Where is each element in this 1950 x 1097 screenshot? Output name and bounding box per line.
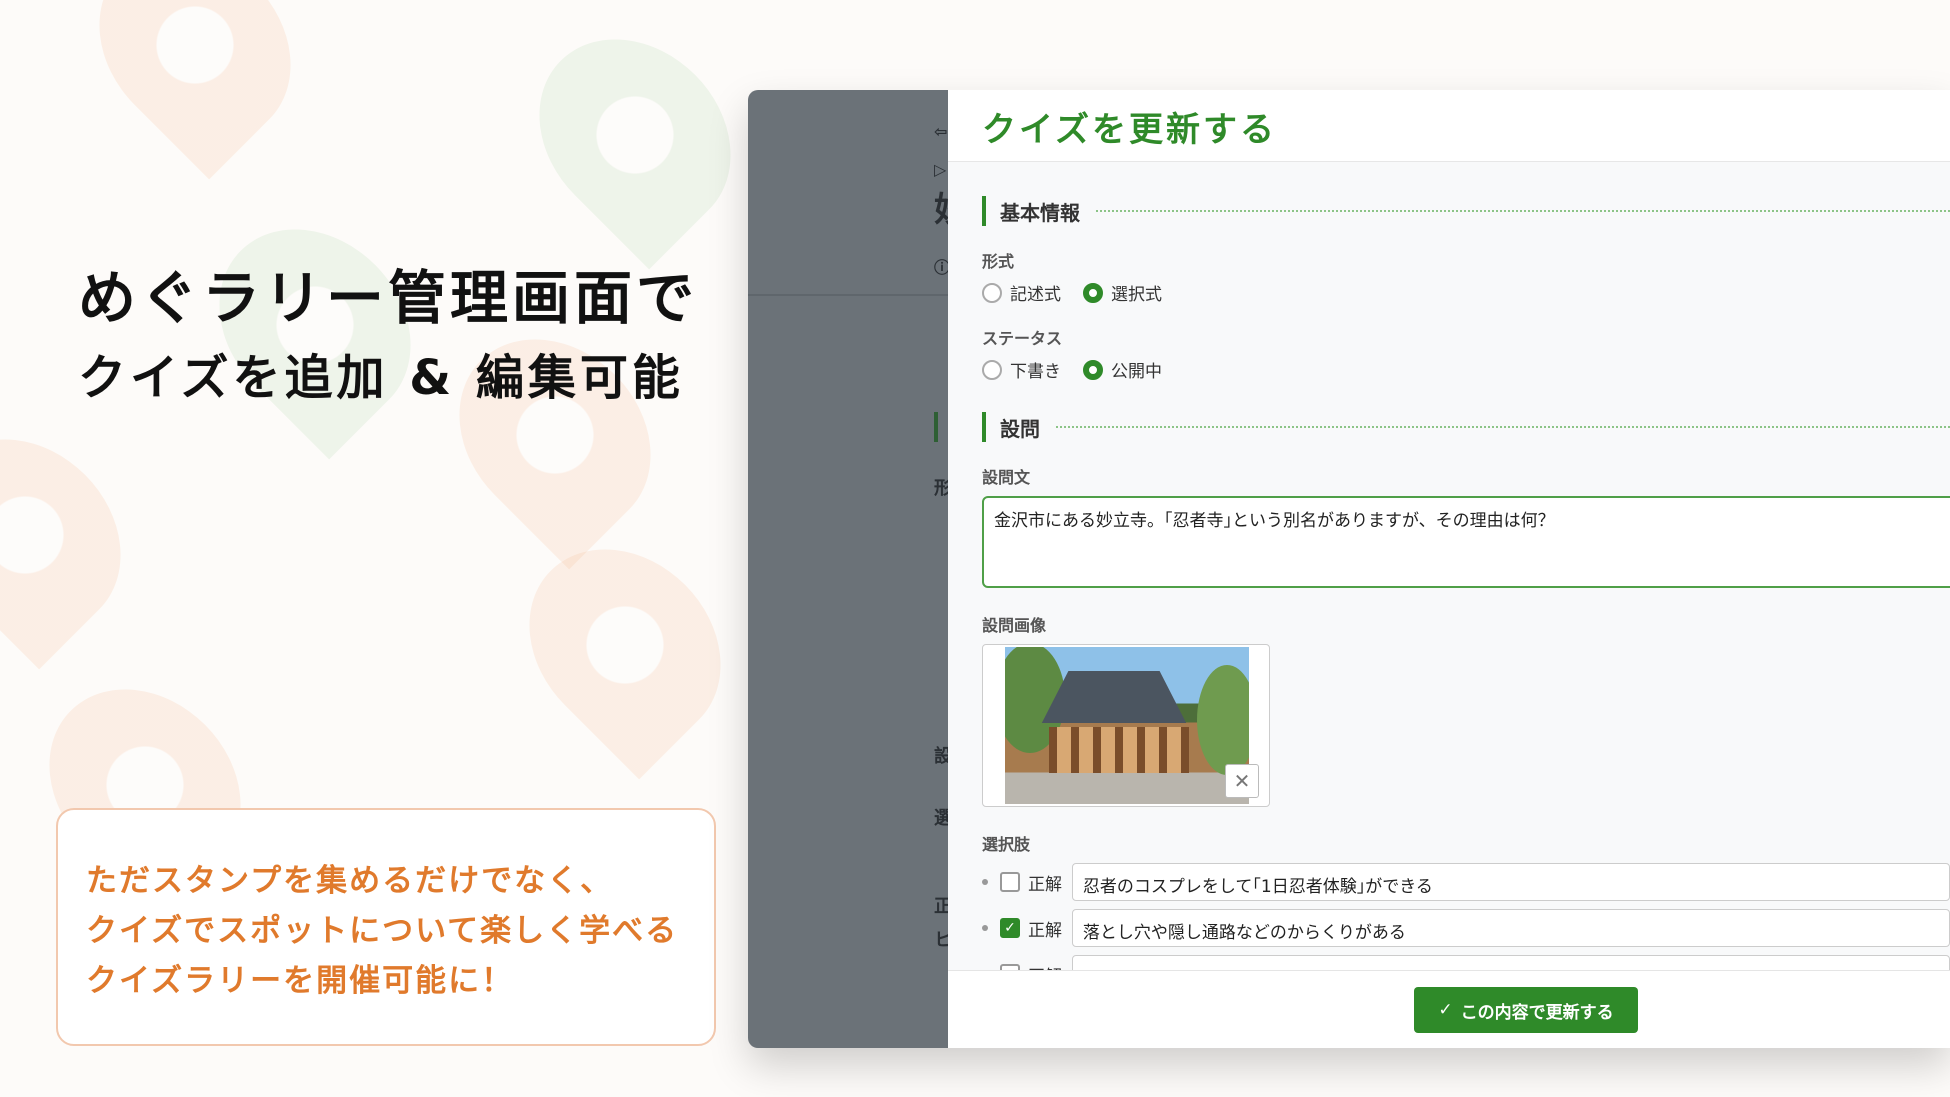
panel-body[interactable]: 基本情報 形式 記述式 選択式 ステータス 下書き 公開中 設問 設問文 金沢市… xyxy=(948,162,1950,970)
radio-button-checked[interactable] xyxy=(1083,359,1103,380)
section-basic-info: 基本情報 xyxy=(982,196,1950,226)
temple-photo xyxy=(1005,647,1249,804)
panel-footer: ✓ この内容で更新する xyxy=(948,970,1950,1048)
format-label: 形式 xyxy=(982,252,1015,271)
edit-quiz-panel: クイズを更新する 基本情報 形式 記述式 選択式 ステータス 下書き 公開中 設… xyxy=(948,90,1950,1048)
background-page: ⇦ ▷ 妙 ⓘ 形 設 選 正 ヒ xyxy=(748,90,968,1048)
correct-checkbox-checked[interactable]: ✓ xyxy=(999,918,1020,938)
app-window: ⇦ ▷ 妙 ⓘ 形 設 選 正 ヒ クイズを更新する 基本情報 形式 記述式 xyxy=(748,90,1950,1048)
choice-input[interactable]: 落とし穴や隠し通路などのからくりがある xyxy=(1071,909,1950,947)
radio-button-checked[interactable] xyxy=(1083,282,1103,303)
headline-line-2: クイズを追加 & 編集可能 xyxy=(78,350,684,406)
section-marker xyxy=(934,412,938,442)
choice-item: 正解 忍者のコスプレをして｢1日忍者体験｣ができる xyxy=(982,863,1950,901)
format-option-text[interactable]: 記述式 xyxy=(982,280,1061,305)
radio-button[interactable] xyxy=(982,359,1002,380)
correct-label: 正解 xyxy=(1028,962,1072,971)
back-arrow-icon: ⇦ xyxy=(934,122,948,141)
choice-input[interactable]: 忍者のコスプレをして｢1日忍者体験｣ができる xyxy=(1071,863,1950,901)
section-question: 設問 xyxy=(982,412,1950,442)
question-image-box[interactable]: ✕ xyxy=(982,644,1270,807)
check-icon: ✓ xyxy=(1004,920,1016,936)
headline: めぐラリー管理画面で クイズを追加 & 編集可能 xyxy=(78,258,698,418)
update-button[interactable]: ✓ この内容で更新する xyxy=(1414,987,1638,1033)
promo-line: ただスタンプを集めるだけでなく、 xyxy=(86,863,614,899)
choices-label: 選択肢 xyxy=(982,835,1031,854)
map-pin-icon xyxy=(500,0,770,270)
question-image-label: 設問画像 xyxy=(982,616,1047,635)
status-option-published[interactable]: 公開中 xyxy=(1083,357,1162,382)
section-title: 基本情報 xyxy=(1000,200,1080,225)
bullet xyxy=(982,879,988,885)
map-pin-icon xyxy=(60,0,330,180)
section-marker xyxy=(982,412,986,442)
choice-input[interactable] xyxy=(1071,955,1950,970)
correct-label: 正解 xyxy=(1027,920,1062,941)
section-divider xyxy=(1096,210,1950,212)
update-button-label: この内容で更新する xyxy=(1460,1002,1614,1023)
radio-label: 公開中 xyxy=(1111,362,1162,382)
section-marker xyxy=(982,196,986,226)
panel-header: クイズを更新する xyxy=(948,90,1950,162)
map-pin-icon xyxy=(490,510,760,780)
section-title: 設問 xyxy=(1000,416,1040,441)
format-option-choice[interactable]: 選択式 xyxy=(1083,280,1162,305)
format-radio-group: 記述式 選択式 xyxy=(982,280,1950,305)
divider xyxy=(748,294,948,296)
correct-label: 正解 xyxy=(1027,874,1062,895)
promo-line: クイズラリーを開催可能に！ xyxy=(86,963,515,999)
status-option-draft[interactable]: 下書き xyxy=(982,357,1061,382)
radio-button[interactable] xyxy=(982,282,1002,303)
promo-box: ただスタンプを集めるだけでなく、 クイズでスポットについて楽しく学べる クイズラ… xyxy=(56,808,716,1046)
status-radio-group: 下書き 公開中 xyxy=(982,357,1950,382)
panel-title: クイズを更新する xyxy=(982,110,1277,150)
radio-label: 下書き xyxy=(1010,362,1061,382)
question-text-label: 設問文 xyxy=(982,468,1031,487)
flag-icon: ▷ xyxy=(934,160,947,179)
question-text-input[interactable]: 金沢市にある妙立寺。｢忍者寺｣という別名がありますが、その理由は何？ xyxy=(982,496,1950,588)
correct-checkbox[interactable] xyxy=(999,872,1020,892)
status-label: ステータス xyxy=(982,329,1063,348)
photo-tree xyxy=(1197,665,1249,775)
remove-image-button[interactable]: ✕ xyxy=(1225,764,1259,798)
close-icon: ✕ xyxy=(1233,769,1251,793)
choice-item-partial: 正解 xyxy=(982,955,1950,970)
promo-line: クイズでスポットについて楽しく学べる xyxy=(86,913,679,949)
choice-item: ✓ 正解 落とし穴や隠し通路などのからくりがある xyxy=(982,909,1950,947)
bullet xyxy=(982,925,988,931)
map-pin-icon xyxy=(0,400,160,670)
radio-label: 選択式 xyxy=(1111,285,1162,305)
section-divider xyxy=(1056,426,1950,428)
check-icon: ✓ xyxy=(1438,1000,1453,1020)
headline-line-1: めぐラリー管理画面で xyxy=(78,264,699,332)
photo-facade xyxy=(1049,727,1189,773)
radio-label: 記述式 xyxy=(1010,285,1061,305)
